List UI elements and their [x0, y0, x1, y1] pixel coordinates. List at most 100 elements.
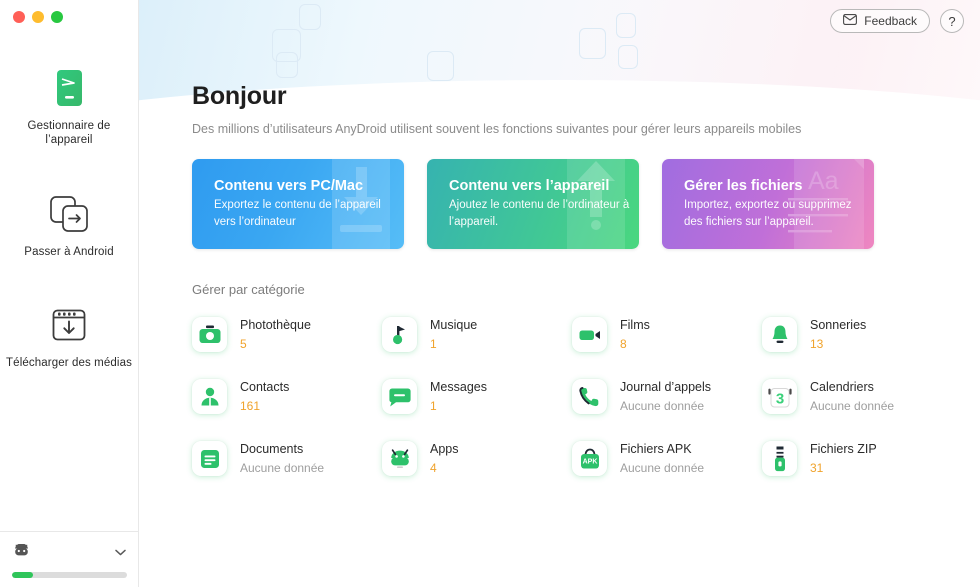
sidebar-nav: Gestionnaire de l’appareil Passer à Andr…: [0, 32, 138, 531]
help-button[interactable]: ?: [940, 9, 964, 33]
music-note-icon: [382, 317, 417, 352]
card-description: Exportez le contenu de l’appareil vers l…: [214, 199, 381, 228]
message-bubble-icon: [382, 379, 417, 414]
category-item-apk-bag[interactable]: APK Fichiers APK Aucune donnée: [572, 441, 762, 476]
envelope-icon: [843, 14, 858, 28]
document-icon: [192, 441, 227, 476]
category-text: Photothèque 5: [240, 318, 311, 351]
category-text: Sonneries 13: [810, 318, 866, 351]
card-title: Gérer les fichiers: [684, 178, 803, 194]
camera-icon: [192, 317, 227, 352]
sidebar-item-switch-to-android[interactable]: Passer à Android: [0, 192, 138, 259]
feature-cards: Contenu vers PC/Mac Exportez le contenu …: [192, 159, 980, 249]
category-text: Journal d’appels Aucune donnée: [620, 380, 711, 413]
switch-to-android-icon: [50, 192, 88, 236]
category-item-document[interactable]: Documents Aucune donnée: [192, 441, 382, 476]
category-count: 8: [620, 337, 627, 351]
category-name: Musique: [430, 318, 478, 332]
category-count: 31: [810, 461, 824, 475]
device-storage-bar: [0, 531, 138, 587]
category-item-video-camera[interactable]: Films 8: [572, 317, 762, 352]
categories-heading: Gérer par catégorie: [192, 282, 305, 297]
category-count: 1: [430, 399, 437, 413]
category-count: 13: [810, 337, 824, 351]
category-count: Aucune donnée: [810, 399, 895, 413]
category-text: Contacts 161: [240, 380, 289, 413]
video-camera-icon: [572, 317, 607, 352]
page-subtitle: Des millions d’utilisateurs AnyDroid uti…: [192, 122, 802, 136]
sidebar-item-label: Télécharger des médias: [6, 357, 132, 370]
category-text: Films 8: [620, 318, 650, 351]
category-name: Calendriers: [810, 380, 874, 394]
category-item-contact-person[interactable]: Contacts 161: [192, 379, 382, 414]
card-content-to-pc[interactable]: Contenu vers PC/Mac Exportez le contenu …: [192, 159, 404, 249]
decor-square: [616, 13, 636, 38]
decor-square: [299, 4, 321, 30]
category-name: Fichiers APK: [620, 442, 692, 456]
category-item-calendar[interactable]: 3 Calendriers Aucune donnée: [762, 379, 952, 414]
decor-square: [579, 28, 606, 59]
decor-square: [276, 52, 298, 78]
card-title: Contenu vers PC/Mac: [214, 178, 364, 194]
sidebar-item-label: Passer à Android: [24, 245, 114, 258]
category-count: Aucune donnée: [240, 461, 325, 475]
card-description: Importez, exportez ou supprimez des fich…: [684, 199, 852, 228]
minimize-window-button[interactable]: [32, 11, 44, 23]
sidebar-item-download-media[interactable]: Télécharger des médias: [0, 303, 138, 370]
android-robot-icon: [12, 542, 31, 563]
category-text: Apps 4: [430, 442, 459, 475]
svg-text:3: 3: [775, 390, 783, 407]
category-text: Musique 1: [430, 318, 477, 351]
category-text: Calendriers Aucune donnée: [810, 380, 894, 413]
category-name: Messages: [430, 380, 487, 394]
card-manage-files[interactable]: Aa Gérer les fichiers Importez, exportez…: [662, 159, 874, 249]
category-item-zip-file[interactable]: Fichiers ZIP 31: [762, 441, 952, 476]
decor-square: [427, 51, 454, 81]
contact-person-icon: [192, 379, 227, 414]
category-name: Fichiers ZIP: [810, 442, 877, 456]
category-count: Aucune donnée: [620, 461, 705, 475]
zoom-window-button[interactable]: [51, 11, 63, 23]
sidebar-item-label: Gestionnaire de l’appareil: [27, 120, 111, 147]
category-count: 4: [430, 461, 437, 475]
category-text: Documents Aucune donnée: [240, 442, 324, 475]
category-item-phone-call[interactable]: Journal d’appels Aucune donnée: [572, 379, 762, 414]
category-count: 161: [240, 399, 261, 413]
apk-bag-icon: APK: [572, 441, 607, 476]
chevron-down-icon[interactable]: [115, 548, 126, 559]
category-item-message-bubble[interactable]: Messages 1: [382, 379, 572, 414]
device-phone-icon: [56, 66, 82, 110]
category-name: Films: [620, 318, 650, 332]
category-item-bell[interactable]: Sonneries 13: [762, 317, 952, 352]
category-grid: Photothèque 5 Musique 1 Films 8 Sonneries 13 Con…: [192, 317, 980, 476]
category-name: Contacts: [240, 380, 290, 394]
svg-text:APK: APK: [582, 458, 597, 465]
feedback-button[interactable]: Feedback: [830, 9, 930, 33]
feedback-label: Feedback: [864, 14, 917, 28]
zip-file-icon: [762, 441, 797, 476]
category-item-android-apps[interactable]: Apps 4: [382, 441, 572, 476]
category-text: Fichiers ZIP 31: [810, 442, 877, 475]
card-content-to-device[interactable]: Contenu vers l’appareil Ajoutez le conte…: [427, 159, 639, 249]
storage-progress-fill: [12, 572, 33, 578]
storage-progress-bar: [12, 572, 127, 578]
download-media-icon: [52, 303, 86, 347]
android-apps-icon: [382, 441, 417, 476]
window-traffic-lights: [0, 0, 138, 32]
content-area: Bonjour Des millions d’utilisateurs AnyD…: [139, 82, 980, 476]
category-count: 1: [430, 337, 437, 351]
category-count: 5: [240, 337, 247, 351]
category-item-camera[interactable]: Photothèque 5: [192, 317, 382, 352]
category-item-music-note[interactable]: Musique 1: [382, 317, 572, 352]
main-content: Feedback ? Bonjour Des millions d’utilis…: [139, 0, 980, 587]
close-window-button[interactable]: [13, 11, 25, 23]
category-name: Sonneries: [810, 318, 867, 332]
phone-call-icon: [572, 379, 607, 414]
card-description: Ajoutez le contenu de l’ordinateur à l’a…: [449, 199, 630, 228]
sidebar: Gestionnaire de l’appareil Passer à Andr…: [0, 0, 139, 587]
category-name: Apps: [430, 442, 459, 456]
page-title: Bonjour: [192, 82, 287, 110]
app-window: Gestionnaire de l’appareil Passer à Andr…: [0, 0, 980, 587]
category-count: Aucune donnée: [620, 399, 705, 413]
sidebar-item-device-manager[interactable]: Gestionnaire de l’appareil: [0, 66, 138, 148]
